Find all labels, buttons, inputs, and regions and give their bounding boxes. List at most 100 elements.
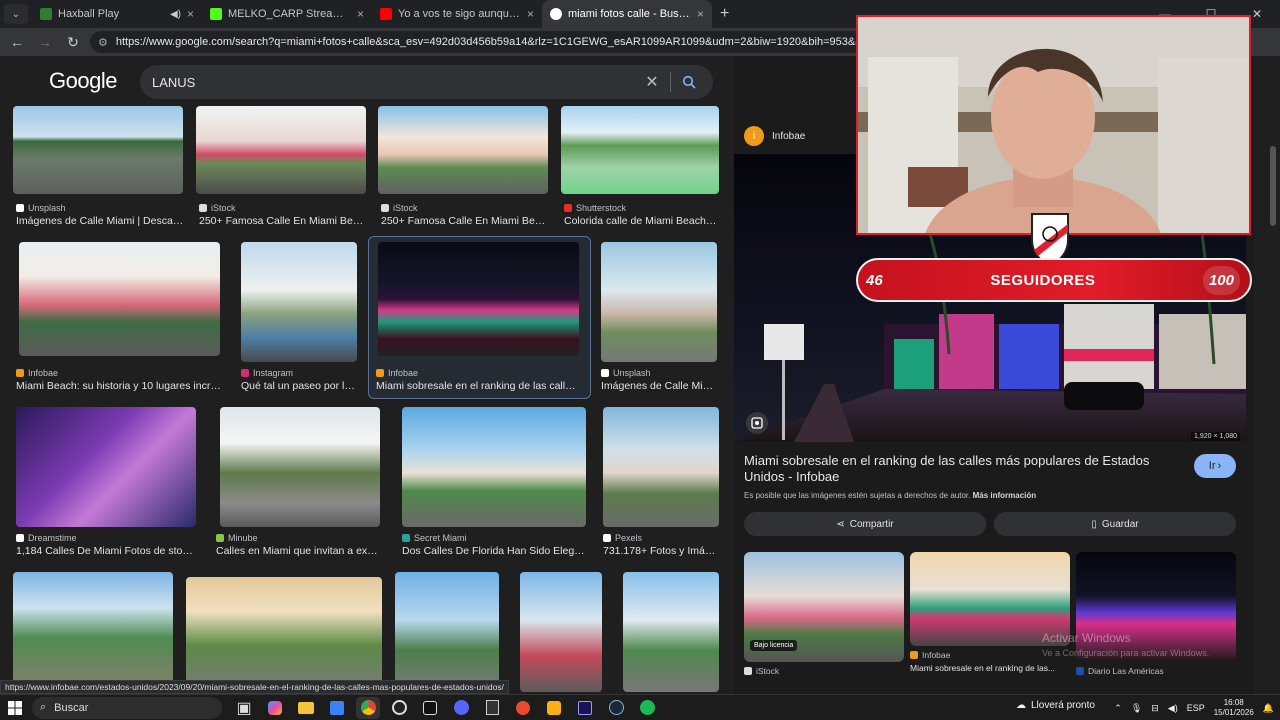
related-caption[interactable]: Miami sobresale en el ranking de las... (910, 663, 1055, 673)
tab-title: Haxball Play (58, 8, 120, 20)
file-explorer-icon[interactable] (294, 697, 318, 719)
result-image[interactable] (13, 106, 183, 194)
result-caption[interactable]: Dos Calles De Florida Han Sido Elegidas.… (402, 545, 586, 557)
task-view-icon[interactable]: ▣ (232, 697, 256, 719)
result-image[interactable] (196, 106, 366, 194)
close-tab-icon[interactable]: × (697, 7, 704, 21)
result-image[interactable] (378, 106, 548, 194)
dreamstime-icon (16, 534, 24, 542)
tab-haxball[interactable]: Haxball Play ◀) × (32, 0, 202, 28)
spotify-icon[interactable] (635, 697, 659, 719)
premiere-icon[interactable] (573, 697, 597, 719)
result-image[interactable] (13, 572, 173, 692)
share-button[interactable]: ⋖ Compartir (744, 512, 986, 536)
result-image[interactable] (603, 407, 719, 527)
lens-search-icon[interactable] (746, 412, 768, 434)
close-tab-icon[interactable]: × (187, 7, 194, 21)
close-tab-icon[interactable]: × (527, 7, 534, 21)
riot-icon[interactable] (511, 697, 535, 719)
google-favicon-icon (550, 8, 562, 20)
save-button[interactable]: ▯ Guardar (994, 512, 1236, 536)
result-caption[interactable]: 1,184 Calles De Miami Fotos de stock - .… (16, 545, 198, 557)
webcam-feed (858, 17, 1249, 233)
show-hidden-icon[interactable]: ⌃ (1114, 703, 1122, 714)
result-image-selected[interactable] (378, 242, 579, 356)
site-info-icon[interactable]: ⚙ (98, 36, 108, 49)
speaker-icon[interactable]: ◀) (170, 9, 181, 20)
result-source: Secret Miami (402, 533, 467, 543)
notifications-icon[interactable]: 🔔 (1263, 703, 1274, 714)
result-caption[interactable]: 250+ Famosa Calle En Miami Beach... (381, 215, 549, 227)
bookmark-icon: ▯ (1091, 518, 1097, 530)
result-image[interactable] (19, 242, 220, 356)
result-image[interactable] (16, 407, 196, 527)
store-icon[interactable] (325, 697, 349, 719)
panel-source[interactable]: i Infobae (744, 126, 805, 146)
result-caption[interactable]: Calles en Miami que invitan a explor... (216, 545, 382, 557)
result-caption[interactable]: Miami Beach: su historia y 10 lugares in… (16, 380, 221, 392)
result-caption[interactable]: Miami sobresale en el ranking de las cal… (376, 380, 581, 392)
taskbar-search[interactable]: ⌕ Buscar (32, 696, 222, 719)
weather-widget[interactable]: ☁ Lloverá pronto (1016, 700, 1095, 711)
result-caption[interactable]: 250+ Famosa Calle En Miami Beach... (199, 215, 367, 227)
search-icon[interactable] (677, 75, 701, 89)
result-caption[interactable]: 731.178+ Fotos y Imág... (603, 545, 719, 557)
tab-search-chevron-icon[interactable]: ⌄ (4, 4, 28, 24)
capcut-icon[interactable] (418, 697, 442, 719)
windows-start-icon[interactable] (0, 700, 30, 715)
result-caption[interactable]: Imágenes de Calle Miami | Descarga... (16, 215, 186, 227)
result-image[interactable] (402, 407, 586, 527)
language-indicator[interactable]: ESP (1187, 703, 1205, 713)
reload-icon[interactable]: ↻ (62, 31, 84, 53)
epic-games-icon[interactable] (480, 697, 504, 719)
result-caption[interactable]: Imágenes de Calle Miam... (601, 380, 717, 392)
more-info-link[interactable]: Más información (973, 491, 1037, 500)
result-image[interactable] (601, 242, 717, 362)
date: 15/01/2026 (1213, 708, 1254, 717)
tab-google-search[interactable]: miami fotos calle - Buscar con Google × (542, 0, 712, 28)
istock-icon (744, 667, 752, 675)
result-image[interactable] (241, 242, 357, 362)
google-logo[interactable]: Google (49, 68, 117, 94)
copilot-icon[interactable] (263, 697, 287, 719)
network-icon[interactable]: ⊟ (1151, 703, 1159, 714)
discord-icon[interactable] (449, 697, 473, 719)
visit-button[interactable]: Ir › (1194, 454, 1236, 478)
image-resolution: 1,920 × 1,080 (1190, 432, 1240, 441)
copyright-note: Es posible que las imágenes estén sujeta… (744, 491, 1037, 500)
result-source: Shutterstock (564, 203, 626, 213)
result-image[interactable] (520, 572, 602, 692)
tab-youtube[interactable]: Yo a vos te sigo aunque vos vayas a... × (372, 0, 542, 28)
volume-icon[interactable]: ◀) (1168, 703, 1178, 714)
page-scrollbar[interactable] (1270, 146, 1276, 226)
back-icon[interactable]: ← (6, 31, 28, 53)
result-image[interactable] (623, 572, 719, 692)
rockstar-icon[interactable] (542, 697, 566, 719)
result-image[interactable] (186, 577, 382, 692)
preview-title[interactable]: Miami sobresale en el ranking de las cal… (744, 453, 1174, 485)
new-tab-icon[interactable]: + (720, 5, 729, 23)
tab-kick-stream[interactable]: MELKO_CARP Stream - Watch Live × (202, 0, 372, 28)
result-caption[interactable]: Qué tal un paseo por la ... (241, 380, 357, 392)
search-input[interactable]: LANUS (152, 75, 640, 90)
result-image[interactable] (561, 106, 719, 194)
close-tab-icon[interactable]: × (357, 7, 364, 21)
related-image[interactable]: Bajo licencia (744, 552, 904, 662)
youtube-favicon-icon (380, 8, 392, 20)
microphone-icon[interactable]: 🎙 (1131, 703, 1142, 714)
result-source: Instagram (241, 368, 293, 378)
clock[interactable]: 16:08 15/01/2026 (1214, 698, 1254, 718)
result-image[interactable] (220, 407, 380, 527)
result-image[interactable] (395, 572, 499, 692)
system-tray: ⌃ 🎙 ⊟ ◀) ESP 16:08 15/01/2026 🔔 (1114, 695, 1274, 720)
forward-icon[interactable]: → (34, 31, 56, 53)
result-caption[interactable]: Colorida calle de Miami Beach O... (564, 215, 719, 227)
follower-goal-banner: 46 SEGUIDORES 100 (856, 258, 1252, 302)
obs-icon[interactable] (387, 697, 411, 719)
clear-icon[interactable]: ✕ (640, 72, 664, 92)
chrome-icon[interactable] (356, 696, 380, 719)
search-box[interactable]: LANUS ✕ (140, 65, 713, 99)
related-image[interactable] (1076, 552, 1236, 662)
windows-taskbar: ⌕ Buscar ▣ ☁ Lloverá pronto ⌃ 🎙 ⊟ ◀) ESP… (0, 694, 1280, 720)
steam-icon[interactable] (604, 697, 628, 719)
